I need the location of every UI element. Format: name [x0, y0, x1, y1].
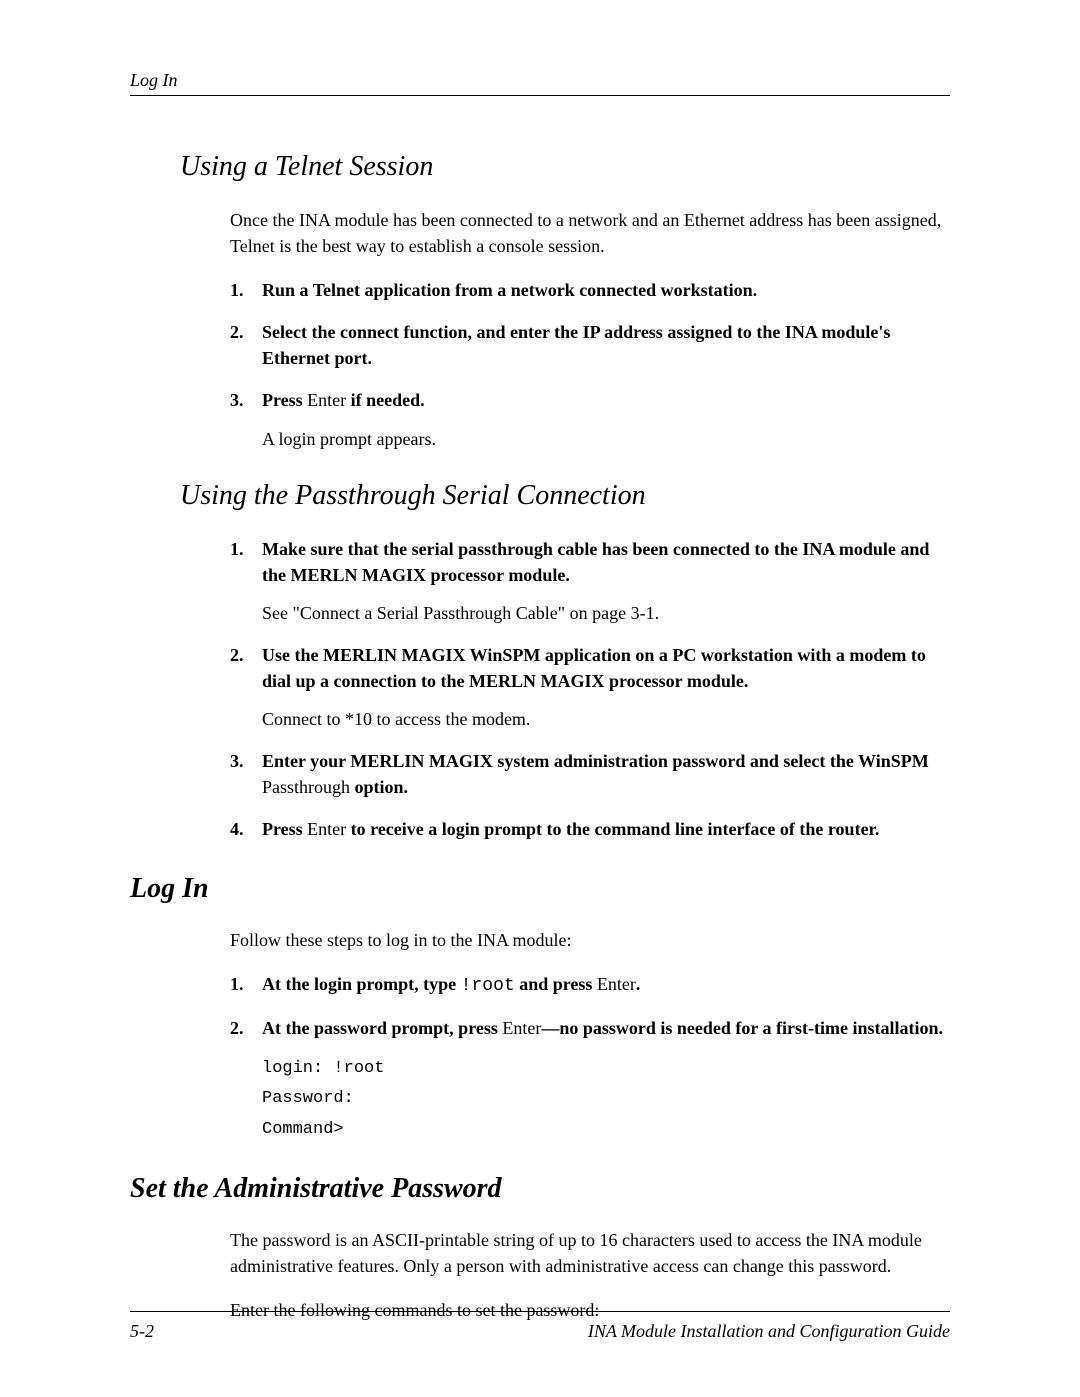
- telnet-body: Once the INA module has been connected t…: [230, 207, 950, 452]
- login-intro: Follow these steps to log in to the INA …: [230, 927, 950, 953]
- footer-page-number: 5-2: [130, 1321, 154, 1342]
- page: Log In Using a Telnet Session Once the I…: [0, 0, 1080, 1397]
- telnet-intro: Once the INA module has been connected t…: [230, 207, 950, 259]
- heading-passthrough: Using the Passthrough Serial Connection: [180, 480, 950, 512]
- login-step-2: At the password prompt, press Enter—no p…: [230, 1015, 950, 1041]
- passthrough-step-3: Enter your MERLIN MAGIX system administr…: [230, 748, 950, 800]
- passthrough-step-2: Use the MERLIN MAGIX WinSPM application …: [230, 642, 950, 732]
- passthrough-body: Make sure that the serial passthrough ca…: [230, 536, 950, 843]
- top-rule: [130, 95, 950, 96]
- telnet-step-3: Press Enter if needed. A login prompt ap…: [230, 387, 950, 451]
- passthrough-step-1: Make sure that the serial passthrough ca…: [230, 536, 950, 626]
- heading-telnet: Using a Telnet Session: [180, 151, 950, 183]
- admin-pw-body: The password is an ASCII-printable strin…: [230, 1227, 950, 1323]
- passthrough-step-2-sub: Connect to *10 to access the modem.: [262, 706, 950, 732]
- heading-admin-pw: Set the Administrative Password: [130, 1173, 950, 1205]
- heading-login: Log In: [130, 873, 950, 905]
- running-head: Log In: [130, 70, 950, 91]
- telnet-step-3-sub: A login prompt appears.: [262, 426, 950, 452]
- admin-pw-p1: The password is an ASCII-printable strin…: [230, 1227, 950, 1279]
- passthrough-step-4: Press Enter to receive a login prompt to…: [230, 816, 950, 842]
- code-line-1: login: !root: [262, 1057, 950, 1082]
- login-step-1: At the login prompt, type !root and pres…: [230, 971, 950, 999]
- login-steps: At the login prompt, type !root and pres…: [230, 971, 950, 1041]
- login-code-block: login: !root Password: Command>: [262, 1057, 950, 1143]
- passthrough-steps: Make sure that the serial passthrough ca…: [230, 536, 950, 843]
- admin-pw-p2: Enter the following commands to set the …: [230, 1297, 950, 1323]
- code-line-3: Command>: [262, 1118, 950, 1143]
- passthrough-step-1-sub: See "Connect a Serial Passthrough Cable"…: [262, 600, 950, 626]
- code-line-2: Password:: [262, 1087, 950, 1112]
- telnet-steps: Run a Telnet application from a network …: [230, 277, 950, 451]
- telnet-step-1: Run a Telnet application from a network …: [230, 277, 950, 303]
- footer-rule: [130, 1311, 950, 1312]
- login-body: Follow these steps to log in to the INA …: [230, 927, 950, 1143]
- telnet-step-2: Select the connect function, and enter t…: [230, 319, 950, 371]
- footer: 5-2 INA Module Installation and Configur…: [130, 1321, 950, 1342]
- footer-book-title: INA Module Installation and Configuratio…: [588, 1321, 950, 1342]
